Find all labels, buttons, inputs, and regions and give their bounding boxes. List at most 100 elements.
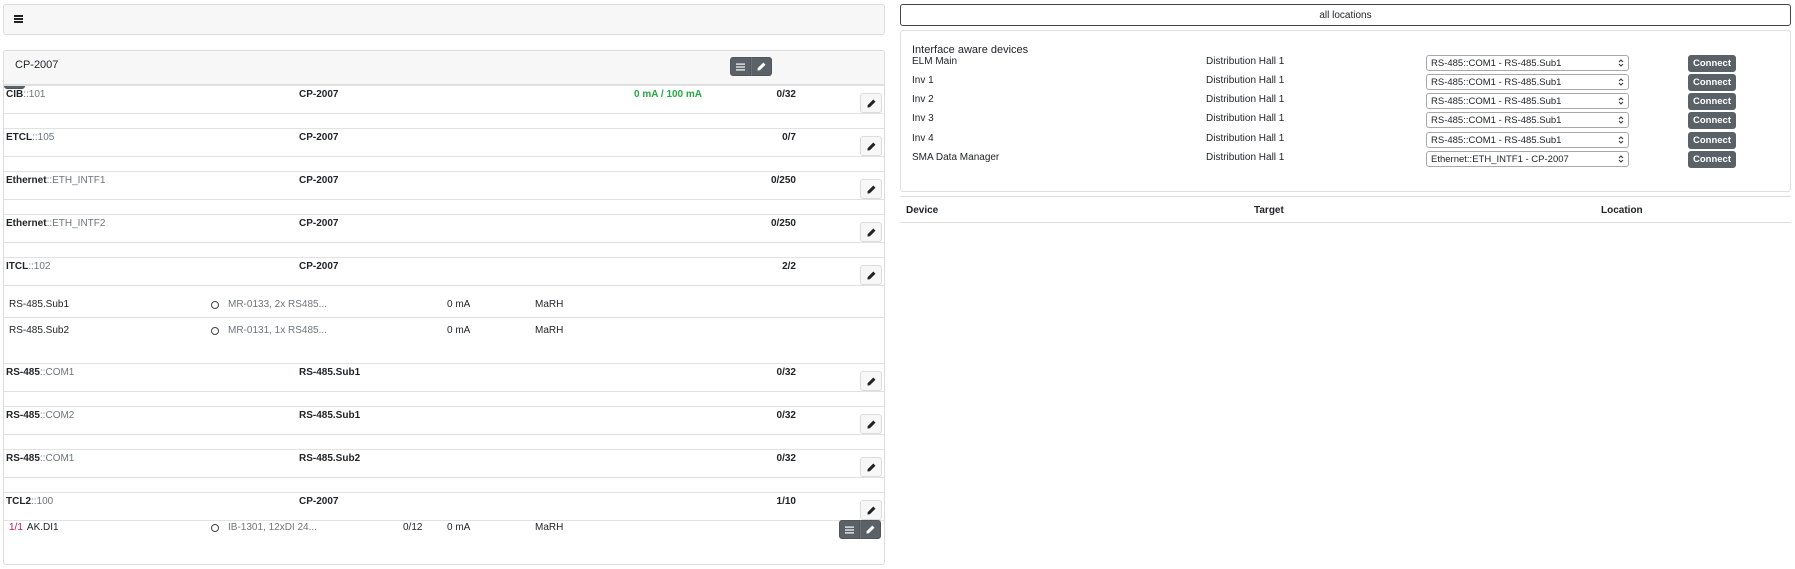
module-name: 1/1 AK.DI1 — [9, 522, 59, 533]
device-location: Distribution Hall 1 — [1206, 113, 1285, 124]
device-table-top-border — [900, 196, 1791, 197]
edit-interface-button[interactable] — [860, 222, 882, 242]
connect-button[interactable]: Connect — [1688, 55, 1736, 72]
interface-name: ITCL::102 — [6, 261, 50, 272]
connect-button[interactable]: Connect — [1688, 151, 1736, 168]
select-caret-icon — [1618, 78, 1624, 86]
device-name: Inv 1 — [912, 75, 934, 86]
sub-item-name: RS-485.Sub1 — [9, 299, 70, 310]
sub-item-location: MaRH — [535, 299, 564, 310]
list-button[interactable] — [839, 520, 860, 539]
pencil-icon — [866, 506, 875, 515]
radio-button[interactable] — [211, 524, 219, 532]
edit-interface-button[interactable] — [860, 500, 882, 520]
hamburger-icon[interactable] — [14, 15, 23, 23]
edit-module-button[interactable] — [860, 520, 881, 539]
interface-target: CP-2007 — [299, 175, 339, 186]
card-header: CP-2007 — [4, 51, 884, 85]
interface-name: ETCL::105 — [6, 132, 54, 143]
sub-item-current: 0 mA — [447, 325, 471, 336]
connect-button[interactable]: Connect — [1688, 93, 1736, 110]
select-value: RS-485::COM1 - RS-485.Sub1 — [1431, 95, 1562, 107]
edit-interface-button[interactable] — [860, 265, 882, 285]
row-separator — [4, 317, 884, 318]
edit-interface-button[interactable] — [860, 179, 882, 199]
pencil-icon — [866, 377, 875, 386]
connect-button[interactable]: Connect — [1688, 132, 1736, 149]
connect-button[interactable]: Connect — [1688, 74, 1736, 91]
list-icon — [845, 526, 854, 533]
interface-select[interactable]: RS-485::COM1 - RS-485.Sub1 — [1426, 93, 1629, 109]
edit-interface-button[interactable] — [860, 93, 882, 113]
interface-select[interactable]: RS-485::COM1 - RS-485.Sub1 — [1426, 74, 1629, 90]
header-button-group — [730, 57, 772, 76]
radio-button[interactable] — [211, 327, 219, 335]
interface-count: 0/32 — [776, 453, 796, 464]
interface-type: ITCL — [6, 261, 29, 272]
device-location: Distribution Hall 1 — [1206, 94, 1285, 105]
device-table-header-border — [900, 222, 1791, 223]
list-button[interactable] — [730, 57, 751, 76]
card-title: CP-2007 — [15, 59, 59, 71]
select-caret-icon — [1618, 116, 1624, 124]
interface-select[interactable]: Ethernet::ETH_INTF1 - CP-2007 — [1426, 151, 1629, 167]
interface-id: 102 — [33, 261, 51, 272]
top-toolbar — [3, 4, 885, 35]
edit-button[interactable] — [751, 57, 772, 76]
pencil-icon — [866, 463, 875, 472]
interface-id: COM2 — [45, 410, 75, 421]
sub-item-name: RS-485.Sub2 — [9, 325, 70, 336]
interface-count: 0/32 — [776, 367, 796, 378]
pencil-icon — [757, 62, 766, 71]
pencil-icon — [866, 420, 875, 429]
interface-name: Ethernet::ETH_INTF1 — [6, 175, 105, 186]
interface-name: Ethernet::ETH_INTF2 — [6, 218, 105, 229]
list-icon — [736, 63, 745, 70]
interface-target: CP-2007 — [299, 89, 339, 100]
row-separator — [4, 242, 884, 243]
interface-select[interactable]: RS-485::COM1 - RS-485.Sub1 — [1426, 55, 1629, 71]
interface-id: 100 — [36, 496, 54, 507]
sub-item-current: 0 mA — [447, 299, 471, 310]
row-separator — [4, 520, 884, 521]
sub-item-location: MaRH — [535, 325, 564, 336]
interface-id: ETH_INTF2 — [52, 218, 106, 229]
interface-target: RS-485.Sub2 — [299, 453, 361, 464]
edit-interface-button[interactable] — [860, 136, 882, 156]
interface-target: CP-2007 — [299, 132, 339, 143]
module-description: IB-1301, 12xDI 24... — [228, 522, 317, 533]
interface-count: 0/250 — [770, 218, 796, 229]
pencil-icon — [866, 525, 875, 534]
interface-type: RS-485 — [6, 453, 40, 464]
edit-interface-button[interactable] — [860, 457, 882, 477]
device-location: Distribution Hall 1 — [1206, 56, 1285, 67]
edit-interface-button[interactable] — [860, 371, 882, 391]
interface-type: RS-485 — [6, 410, 40, 421]
radio-button[interactable] — [211, 301, 219, 309]
row-separator — [4, 85, 884, 86]
interface-name: RS-485::COM2 — [6, 410, 74, 421]
row-separator — [4, 477, 884, 478]
module-current: 0 mA — [447, 522, 471, 533]
all-locations-button[interactable]: all locations — [900, 4, 1791, 26]
connect-button[interactable]: Connect — [1688, 112, 1736, 129]
interface-id: 101 — [28, 89, 46, 100]
edit-interface-button[interactable] — [860, 414, 882, 434]
row-separator — [4, 449, 884, 450]
current-max: 100 mA — [666, 89, 703, 100]
row-separator — [4, 214, 884, 215]
interface-name: CIB::101 — [6, 89, 45, 100]
row-separator — [4, 285, 884, 286]
interface-type: RS-485 — [6, 367, 40, 378]
interface-type: Ethernet — [6, 175, 47, 186]
interface-select[interactable]: RS-485::COM1 - RS-485.Sub1 — [1426, 132, 1629, 148]
controller-card: CP-2007 CIB::101 CP-2007 0 mA / 100 mA 0/32… — [3, 50, 885, 565]
interface-type: TCL2 — [6, 496, 31, 507]
select-value: RS-485::COM1 - RS-485.Sub1 — [1431, 57, 1562, 69]
row-separator — [4, 363, 884, 364]
interface-select[interactable]: RS-485::COM1 - RS-485.Sub1 — [1426, 112, 1629, 128]
device-location: Distribution Hall 1 — [1206, 152, 1285, 163]
interface-current: 0 mA / 100 mA — [634, 89, 702, 100]
pencil-icon — [866, 271, 875, 280]
module-name-text: AK.DI1 — [26, 522, 59, 533]
